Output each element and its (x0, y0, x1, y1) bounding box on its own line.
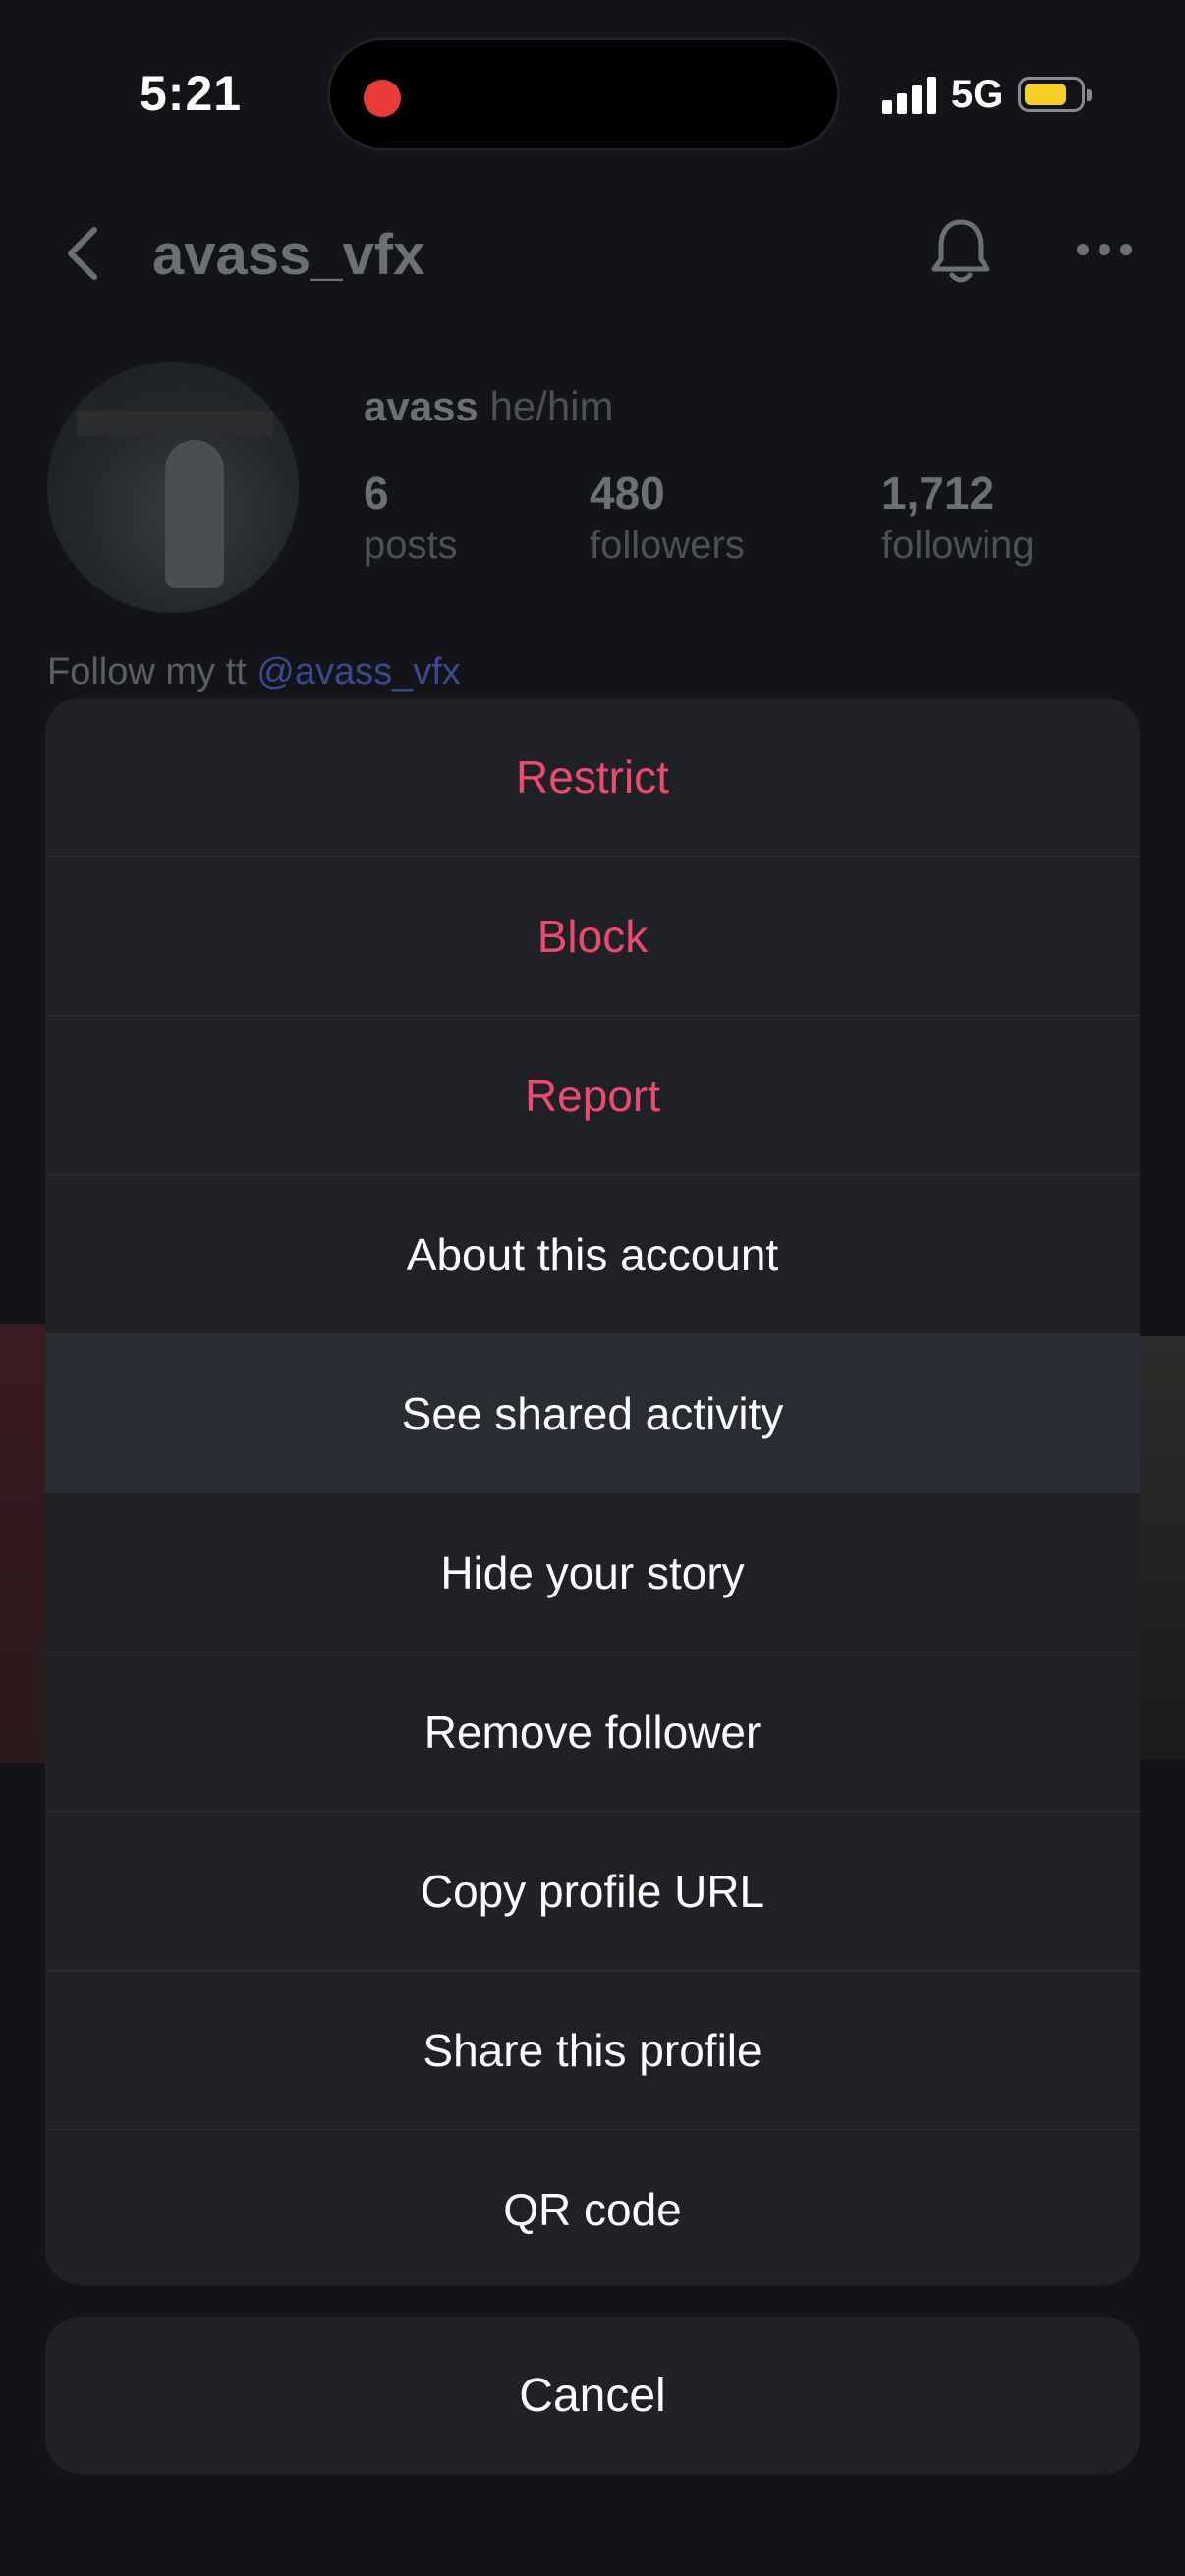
battery-icon (1018, 77, 1092, 112)
stat-following-value: 1,712 (881, 468, 995, 519)
qr-code-button[interactable]: QR code (45, 2130, 1140, 2285)
restrict-button[interactable]: Restrict (45, 698, 1140, 857)
stat-followers[interactable]: 480 followers (590, 467, 745, 568)
bio-text: Follow my tt (47, 651, 247, 693)
stat-posts[interactable]: 6 posts (364, 467, 458, 568)
action-sheet: Restrict Block Report About this account… (45, 698, 1140, 2285)
more-horizontal-icon[interactable] (1077, 244, 1132, 259)
avatar[interactable] (47, 362, 299, 613)
profile-header: avass_vfx (0, 187, 1185, 324)
pronouns: he/him (489, 383, 614, 429)
stat-followers-value: 480 (590, 468, 665, 519)
block-button[interactable]: Block (45, 857, 1140, 1016)
bio: Follow my tt @avass_vfx (47, 651, 461, 694)
cancel-button[interactable]: Cancel (45, 2317, 1140, 2474)
remove-follower-button[interactable]: Remove follower (45, 1652, 1140, 1812)
report-button[interactable]: Report (45, 1016, 1140, 1175)
status-bar: 5:21 5G (0, 0, 1185, 187)
display-name: avass (364, 383, 479, 429)
display-name-row: avass he/him (364, 383, 614, 430)
stat-followers-label: followers (590, 524, 745, 567)
share-profile-button[interactable]: Share this profile (45, 1971, 1140, 2130)
copy-profile-url-button[interactable]: Copy profile URL (45, 1812, 1140, 1971)
post-thumbnail[interactable] (1140, 1336, 1185, 1759)
recording-indicator-icon (364, 80, 401, 117)
bio-mention-link[interactable]: @avass_vfx (256, 651, 461, 693)
stat-posts-value: 6 (364, 468, 389, 519)
bell-icon[interactable] (929, 216, 993, 287)
cellular-signal-icon (882, 77, 937, 114)
chevron-left-icon[interactable] (59, 224, 108, 283)
about-account-button[interactable]: About this account (45, 1175, 1140, 1334)
dynamic-island (327, 37, 840, 151)
hide-story-button[interactable]: Hide your story (45, 1493, 1140, 1652)
network-type: 5G (951, 73, 1004, 116)
post-thumbnail[interactable] (0, 1324, 45, 1763)
status-time: 5:21 (140, 66, 243, 121)
stat-following-label: following (881, 524, 1035, 567)
stat-following[interactable]: 1,712 following (881, 467, 1035, 568)
see-shared-activity-button[interactable]: See shared activity (45, 1334, 1140, 1493)
profile-username: avass_vfx (152, 223, 425, 287)
stat-posts-label: posts (364, 524, 458, 567)
